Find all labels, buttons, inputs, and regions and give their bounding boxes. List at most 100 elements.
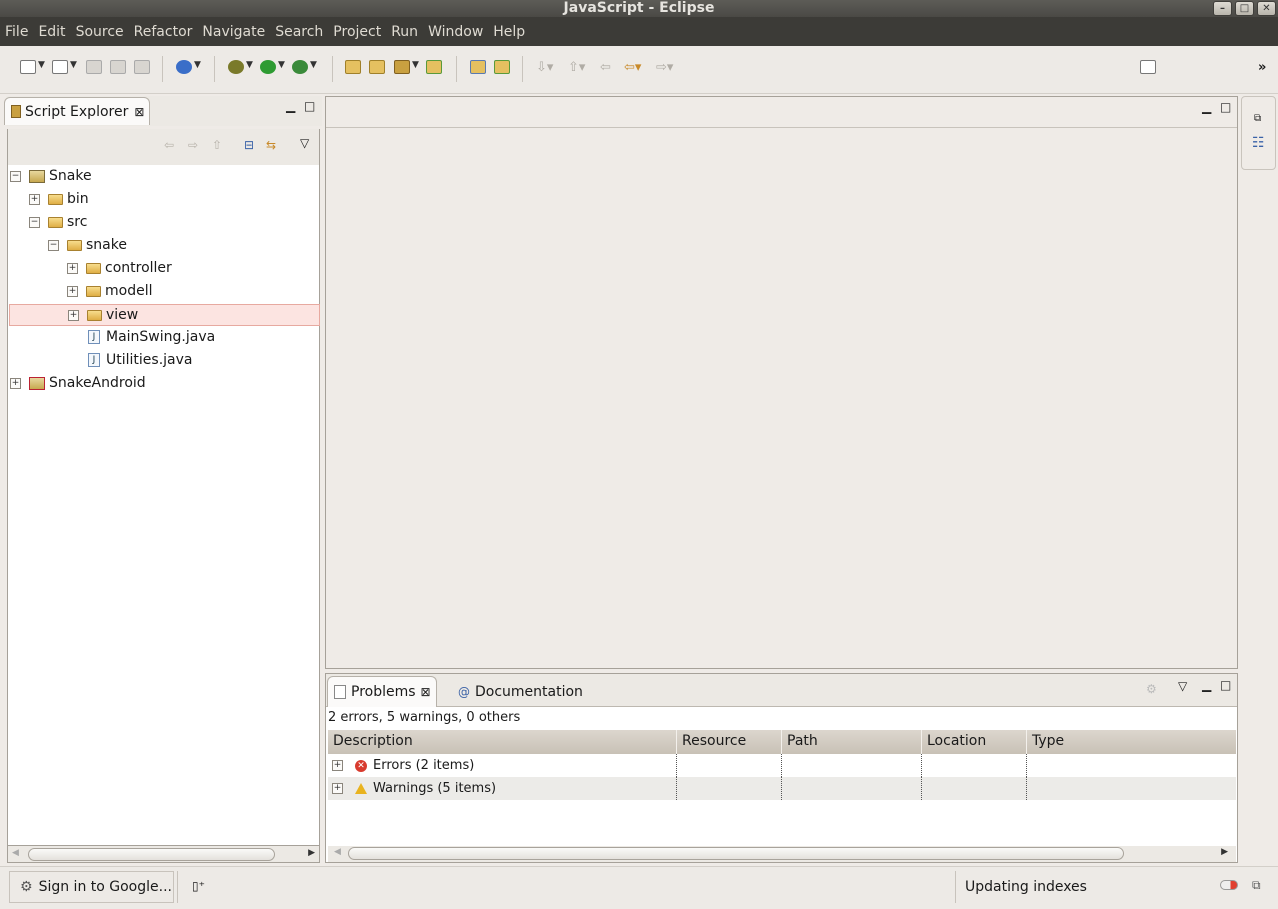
tree-item-snakeandroid[interactable]: + SnakeAndroid	[10, 372, 146, 394]
maximize-view-icon[interactable]: □	[304, 99, 315, 113]
progress-indicator[interactable]	[1220, 880, 1238, 890]
new-folder-icon[interactable]	[470, 60, 486, 78]
new-wizard-icon[interactable]	[20, 60, 36, 78]
maximize-view-icon[interactable]: □	[1220, 678, 1231, 692]
save-all-icon[interactable]	[110, 60, 126, 78]
menu-navigate[interactable]: Navigate	[202, 24, 271, 40]
explorer-hscrollbar[interactable]: ◀ ▶	[7, 845, 320, 863]
open-folder-icon[interactable]	[369, 60, 385, 78]
google-icon[interactable]	[176, 60, 192, 78]
forward-icon[interactable]: ⇨▾	[656, 60, 673, 78]
expand-icon[interactable]: +	[67, 262, 78, 274]
tree-item-utilities[interactable]: J Utilities.java	[88, 349, 192, 371]
forward-nav-icon[interactable]: ⇨	[188, 138, 198, 152]
tree-item-bin[interactable]: + bin	[29, 188, 89, 210]
link-with-editor-icon[interactable]: ⇆	[266, 138, 276, 152]
print-icon[interactable]	[134, 60, 150, 78]
maximize-button[interactable]: □	[1235, 1, 1254, 16]
tree-item-mainswing[interactable]: J MainSwing.java	[88, 326, 215, 348]
debug-icon[interactable]	[228, 60, 244, 78]
maximize-editor-icon[interactable]: □	[1220, 100, 1231, 114]
expand-icon[interactable]: +	[68, 309, 79, 321]
collapse-icon[interactable]: −	[29, 216, 40, 228]
menu-run[interactable]: Run	[391, 24, 424, 40]
tree-item-modell[interactable]: + modell	[67, 280, 152, 302]
progress-view-icon[interactable]: ⧉	[1252, 878, 1261, 893]
expand-icon[interactable]: +	[67, 285, 78, 297]
tab-script-explorer[interactable]: Script Explorer ⊠	[4, 97, 150, 125]
tree-item-view[interactable]: + view	[9, 304, 320, 326]
table-row-warnings[interactable]: + Warnings (5 items)	[328, 777, 1236, 800]
close-tab-icon[interactable]: ⊠	[134, 105, 144, 119]
save-icon[interactable]	[86, 60, 102, 78]
menu-search[interactable]: Search	[275, 24, 329, 40]
tab-documentation[interactable]: @ Documentation	[452, 676, 583, 707]
minimize-button[interactable]: –	[1213, 1, 1232, 16]
run-dropdown-icon[interactable]: ▼	[278, 60, 285, 70]
sign-in-button[interactable]: ⚙ Sign in to Google...	[9, 871, 174, 903]
new-project-icon[interactable]	[52, 60, 68, 78]
scroll-thumb[interactable]	[28, 848, 275, 861]
fast-view-icon[interactable]: ▯⁺	[192, 879, 205, 893]
menu-help[interactable]: Help	[493, 24, 531, 40]
open-perspective-icon[interactable]	[1140, 60, 1156, 78]
column-path[interactable]: Path	[782, 730, 922, 754]
expand-icon[interactable]: +	[332, 760, 343, 771]
back-nav-icon[interactable]: ⇦	[164, 138, 174, 152]
back-icon[interactable]: ⇦▾	[624, 60, 641, 78]
search-tool-dropdown-icon[interactable]: ▼	[412, 60, 419, 70]
tree-item-src[interactable]: − src	[29, 211, 87, 233]
previous-annotation-icon[interactable]: ⇧▾	[568, 60, 585, 78]
tab-problems[interactable]: Problems ⊠	[327, 676, 437, 707]
focus-icon[interactable]: ⚙	[1146, 682, 1157, 696]
editor-tab-strip	[326, 97, 1237, 128]
google-dropdown-icon[interactable]: ▼	[194, 60, 201, 70]
problems-hscrollbar[interactable]: ◀ ▶	[328, 846, 1236, 862]
collapse-icon[interactable]: −	[10, 170, 21, 182]
tree-item-label: Snake	[49, 168, 92, 184]
menu-refactor[interactable]: Refactor	[134, 24, 199, 40]
tree-item-controller[interactable]: + controller	[67, 257, 172, 279]
expand-icon[interactable]: +	[332, 783, 343, 794]
tree-item-snake[interactable]: − Snake	[10, 165, 92, 187]
menu-edit[interactable]: Edit	[38, 24, 71, 40]
restore-icon[interactable]: ⧉	[1254, 113, 1261, 124]
minimize-view-icon[interactable]: ▁	[286, 99, 295, 113]
column-type[interactable]: Type	[1027, 730, 1236, 754]
toolbar-overflow-icon[interactable]: »	[1258, 60, 1266, 78]
search-tool-icon[interactable]	[394, 60, 410, 78]
collapse-all-icon[interactable]: ⊟	[244, 138, 254, 152]
close-tab-icon[interactable]: ⊠	[421, 685, 431, 699]
open-resource-icon[interactable]	[426, 60, 442, 78]
last-edit-icon[interactable]: ⇦	[600, 60, 611, 78]
external-tools-dropdown-icon[interactable]: ▼	[310, 60, 317, 70]
new-project-dropdown-icon[interactable]: ▼	[70, 60, 77, 70]
scroll-thumb[interactable]	[348, 847, 1124, 860]
minimize-view-icon[interactable]: ▁	[1202, 678, 1211, 692]
menu-project[interactable]: Project	[333, 24, 387, 40]
next-annotation-icon[interactable]: ⇩▾	[536, 60, 553, 78]
collapse-icon[interactable]: −	[48, 239, 59, 251]
minimize-editor-icon[interactable]: ▁	[1202, 100, 1211, 114]
view-menu-icon[interactable]: ▽	[1178, 679, 1187, 693]
up-nav-icon[interactable]: ⇧	[212, 138, 222, 152]
new-dropdown-icon[interactable]: ▼	[38, 60, 45, 70]
close-button[interactable]: ✕	[1257, 1, 1276, 16]
column-resource[interactable]: Resource	[677, 730, 782, 754]
outline-icon[interactable]: ☷	[1252, 135, 1265, 151]
run-icon[interactable]	[260, 60, 276, 78]
menu-source[interactable]: Source	[76, 24, 130, 40]
column-location[interactable]: Location	[922, 730, 1027, 754]
open-type-icon[interactable]	[345, 60, 361, 78]
debug-dropdown-icon[interactable]: ▼	[246, 60, 253, 70]
tree-item-snake-package[interactable]: − snake	[48, 234, 127, 256]
expand-icon[interactable]: +	[29, 193, 40, 205]
external-tools-icon[interactable]	[292, 60, 308, 78]
annotation-icon[interactable]	[494, 60, 510, 78]
column-description[interactable]: Description	[328, 730, 677, 754]
menu-file[interactable]: File	[5, 24, 34, 40]
view-menu-icon[interactable]: ▽	[300, 136, 309, 150]
table-row-errors[interactable]: + ✕ Errors (2 items)	[328, 754, 1236, 777]
expand-icon[interactable]: +	[10, 377, 21, 389]
menu-window[interactable]: Window	[428, 24, 489, 40]
